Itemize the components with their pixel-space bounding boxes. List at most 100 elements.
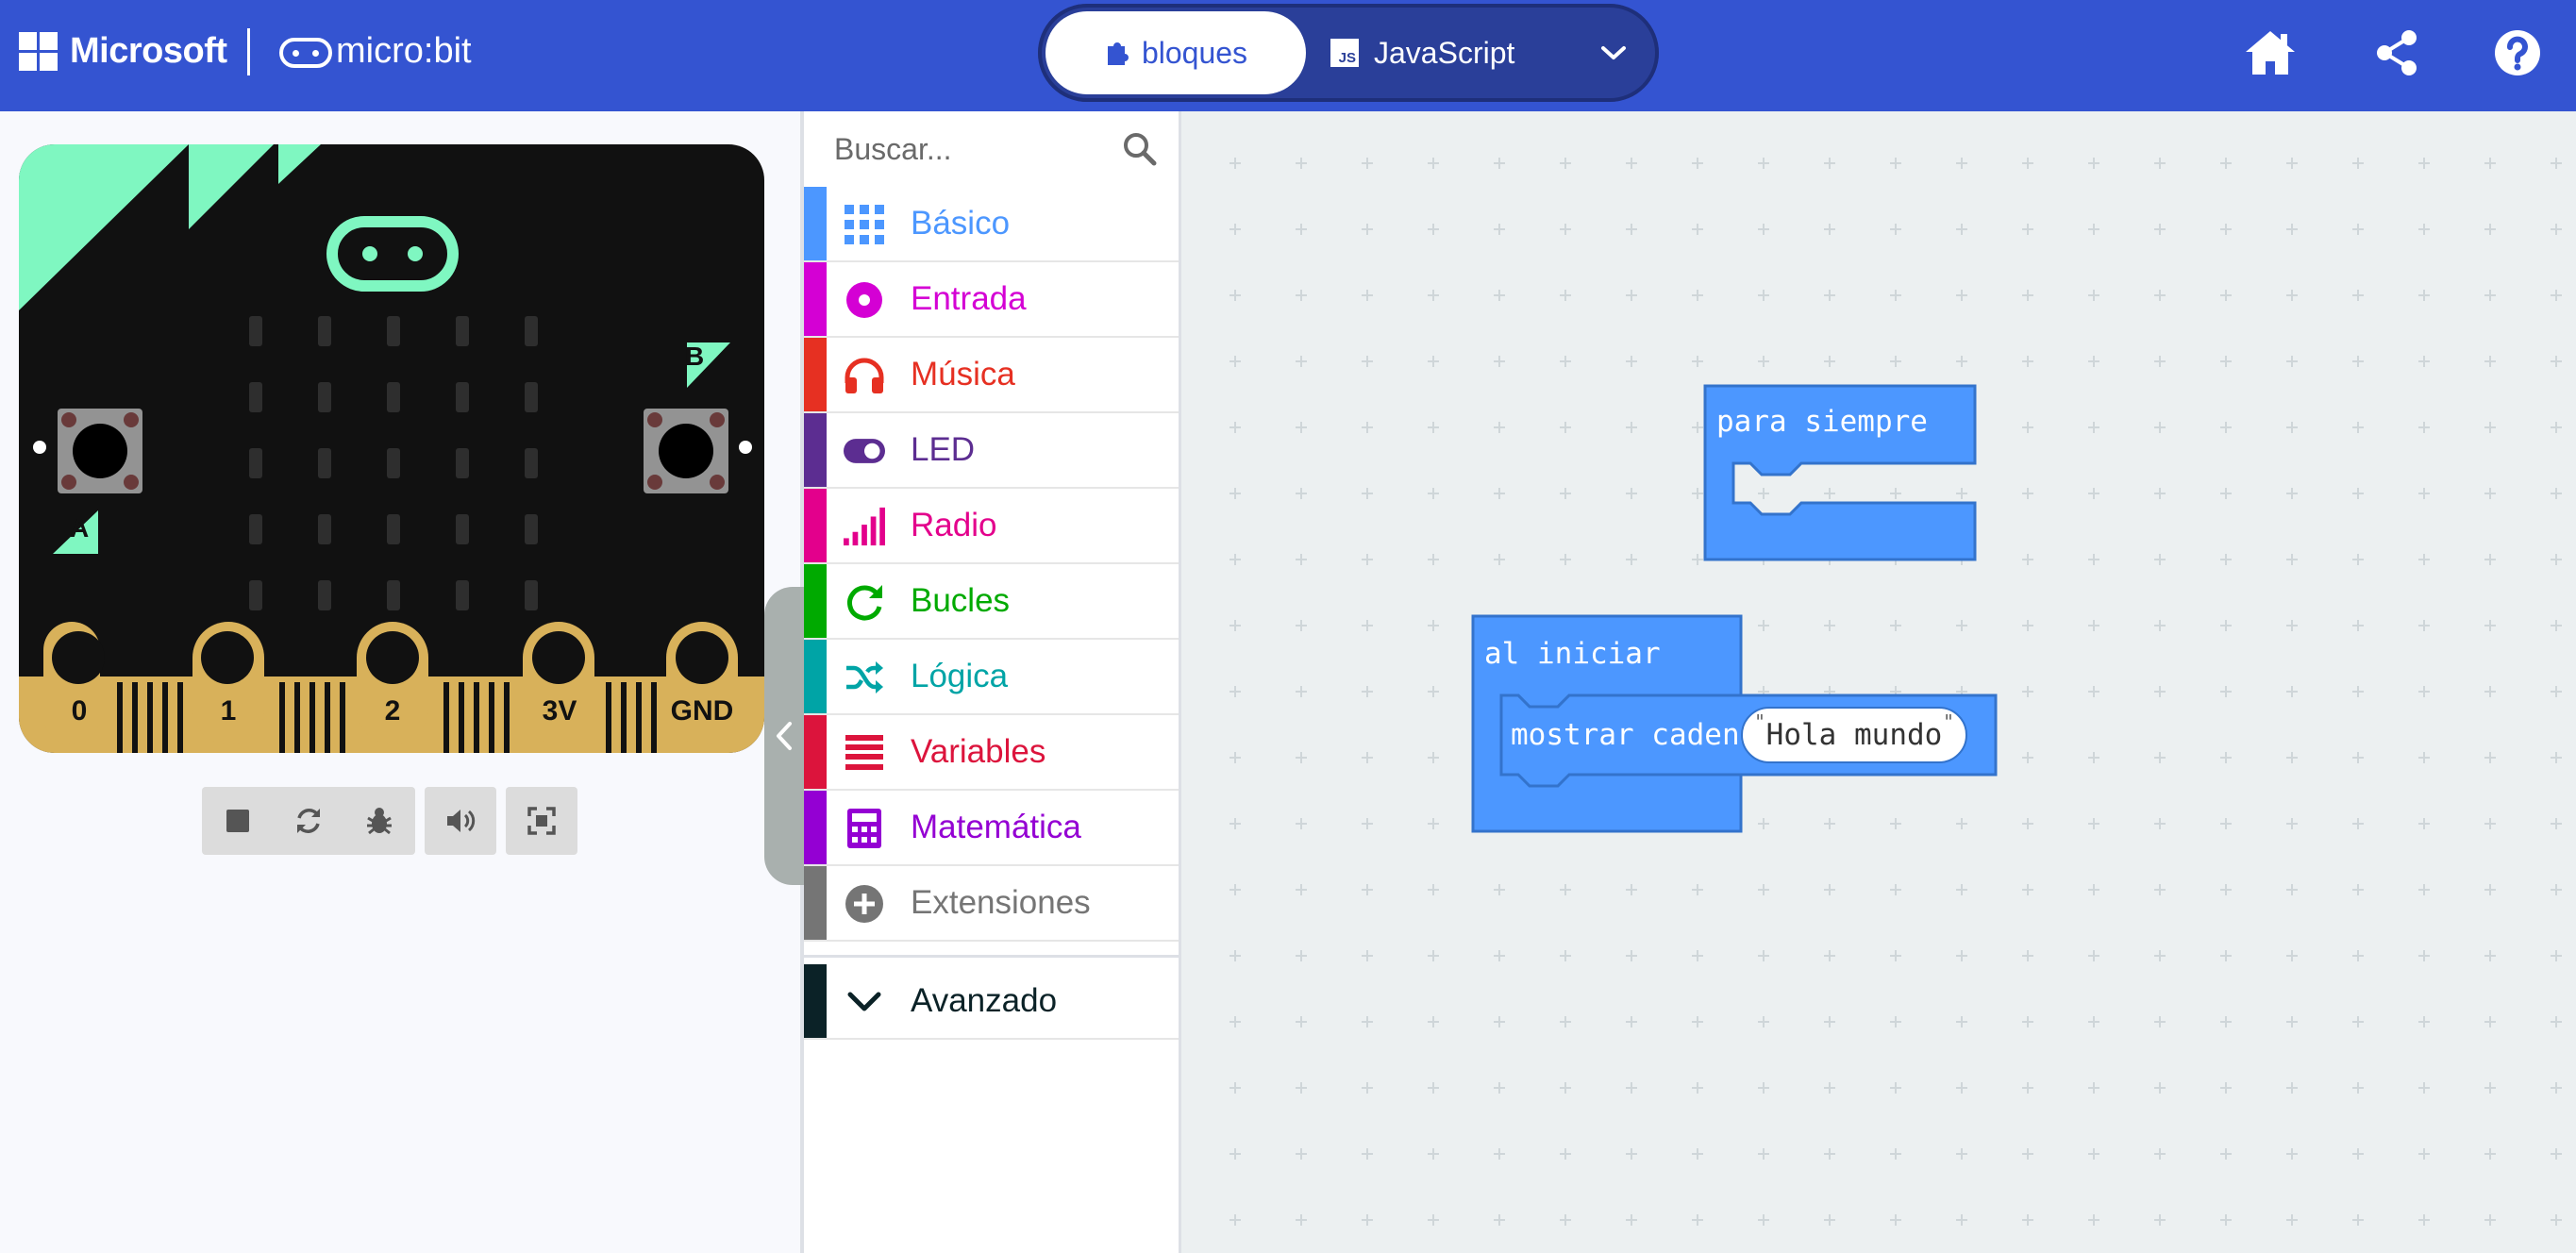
category-color-bar bbox=[804, 413, 827, 487]
toolbox-category-advanced[interactable]: Avanzado bbox=[804, 964, 1179, 1040]
stop-icon bbox=[226, 810, 249, 832]
category-color-bar bbox=[804, 715, 827, 789]
category-label: Radio bbox=[911, 507, 997, 543]
sim-sound-group bbox=[425, 787, 496, 855]
pin-1-label: 1 bbox=[220, 695, 237, 727]
sound-icon bbox=[447, 810, 476, 832]
fullscreen-button[interactable] bbox=[506, 787, 577, 855]
chevron-down-icon bbox=[1601, 46, 1626, 59]
loop-icon bbox=[844, 581, 885, 623]
toolbox-category-variables[interactable]: Variables bbox=[804, 715, 1179, 791]
share-icon bbox=[2377, 30, 2417, 75]
sim-run-controls bbox=[202, 787, 415, 855]
toolbox-category-music[interactable]: Música bbox=[804, 338, 1179, 413]
show-string-block[interactable]: mostrar cadena " Hola mundo " bbox=[1501, 695, 1996, 775]
plus-circle-icon bbox=[844, 883, 885, 925]
toolbox-category-basic[interactable]: Básico bbox=[804, 187, 1179, 262]
toolbox-category-input[interactable]: Entrada bbox=[804, 262, 1179, 338]
category-color-bar bbox=[804, 338, 827, 411]
string-value-input[interactable]: " Hola mundo " bbox=[1741, 707, 1967, 763]
search-icon[interactable] bbox=[1121, 130, 1159, 168]
category-color-bar bbox=[804, 964, 827, 1038]
category-label: Variables bbox=[911, 733, 1046, 770]
microsoft-wordmark: Microsoft bbox=[70, 31, 227, 71]
stop-button[interactable] bbox=[202, 787, 273, 855]
category-color-bar bbox=[804, 187, 827, 260]
microbit-wordmark[interactable]: micro:bit bbox=[336, 28, 472, 74]
shuffle-icon bbox=[844, 657, 885, 698]
mute-button[interactable] bbox=[425, 787, 496, 855]
close-quote-icon: " bbox=[1942, 710, 1954, 733]
category-label: Extensiones bbox=[911, 884, 1091, 921]
grid-icon bbox=[844, 204, 885, 245]
category-label: LED bbox=[911, 431, 976, 468]
tab-javascript-label: JavaScript bbox=[1374, 35, 1515, 70]
headphones-icon bbox=[844, 355, 885, 396]
open-quote-icon: " bbox=[1754, 710, 1766, 733]
forever-block-label: para siempre bbox=[1716, 405, 1928, 439]
brand-divider bbox=[247, 28, 250, 75]
restart-button[interactable] bbox=[273, 787, 343, 855]
home-button[interactable] bbox=[2240, 23, 2300, 83]
category-label: Básico bbox=[911, 205, 1011, 242]
category-color-bar bbox=[804, 262, 827, 336]
editor-toggle: bloques JS JavaScript bbox=[1038, 4, 1659, 102]
toolbox-category-extensions[interactable]: Extensiones bbox=[804, 866, 1179, 942]
share-button[interactable] bbox=[2367, 23, 2427, 83]
show-string-label: mostrar cadena bbox=[1511, 718, 1758, 752]
on-start-block[interactable]: al iniciar mostrar cadena " Hola mundo " bbox=[1471, 614, 1999, 835]
top-bar: Microsoft micro:bit bloques JS JavaScrip… bbox=[0, 0, 2576, 111]
toolbox-search bbox=[804, 111, 1179, 187]
sim-fullscreen-group bbox=[506, 787, 577, 855]
string-value: Hola mundo bbox=[1765, 718, 1943, 752]
language-dropdown[interactable] bbox=[1585, 11, 1642, 94]
chevron-left-icon bbox=[777, 722, 792, 750]
toolbox-category-math[interactable]: Matemática bbox=[804, 791, 1179, 866]
toolbox-category-radio[interactable]: Radio bbox=[804, 489, 1179, 564]
chevron-down-icon bbox=[844, 981, 885, 1023]
tab-blocks[interactable]: bloques bbox=[1045, 11, 1306, 94]
restart-icon bbox=[296, 809, 320, 833]
toolbox-divider bbox=[804, 955, 1179, 958]
javascript-icon: JS bbox=[1330, 39, 1359, 67]
category-color-bar bbox=[804, 489, 827, 562]
pin-2-label: 2 bbox=[384, 695, 401, 727]
microsoft-logo[interactable] bbox=[19, 32, 59, 72]
pin-3v-label: 3V bbox=[542, 695, 577, 727]
fullscreen-icon bbox=[527, 807, 556, 835]
help-icon bbox=[2495, 30, 2540, 75]
collapse-simulator-button[interactable] bbox=[764, 587, 806, 885]
puzzle-icon bbox=[1107, 42, 1129, 65]
list-icon bbox=[844, 732, 885, 774]
toolbox-category-loops[interactable]: Bucles bbox=[804, 564, 1179, 640]
search-input[interactable] bbox=[834, 128, 1108, 170]
on-start-block-label: al iniciar bbox=[1484, 637, 1661, 671]
help-button[interactable] bbox=[2487, 23, 2548, 83]
simulator-panel: A B 0 1 2 3V GND bbox=[0, 111, 802, 1253]
microbit-board[interactable]: A B 0 1 2 3V GND bbox=[19, 144, 764, 753]
category-color-bar bbox=[804, 791, 827, 864]
category-label: Avanzado bbox=[911, 982, 1058, 1019]
toggle-icon bbox=[844, 430, 885, 472]
input-icon bbox=[844, 279, 885, 321]
button-b-label: B bbox=[685, 342, 705, 371]
category-label: Bucles bbox=[911, 582, 1011, 619]
toolbox: Básico Entrada Música LED R bbox=[804, 111, 1181, 1253]
toolbox-category-led[interactable]: LED bbox=[804, 413, 1179, 489]
blocks-workspace[interactable]: para siempre al iniciar mostrar cadena "… bbox=[1181, 111, 2576, 1253]
tab-javascript[interactable]: JS JavaScript bbox=[1330, 11, 1576, 94]
category-label: Música bbox=[911, 356, 1015, 393]
pin-0-label: 0 bbox=[71, 695, 88, 727]
category-label: Matemática bbox=[911, 809, 1081, 845]
home-icon bbox=[2246, 31, 2295, 75]
debug-button[interactable] bbox=[344, 787, 415, 855]
microbit-logo-icon bbox=[279, 38, 332, 68]
button-a-label: A bbox=[70, 513, 90, 543]
debug-icon bbox=[367, 808, 393, 835]
toolbox-category-logic[interactable]: Lógica bbox=[804, 640, 1179, 715]
category-color-bar bbox=[804, 564, 827, 638]
board-graphic bbox=[19, 144, 764, 753]
pin-gnd-label: GND bbox=[670, 695, 734, 727]
forever-block[interactable]: para siempre bbox=[1703, 384, 1977, 563]
category-color-bar bbox=[804, 640, 827, 713]
